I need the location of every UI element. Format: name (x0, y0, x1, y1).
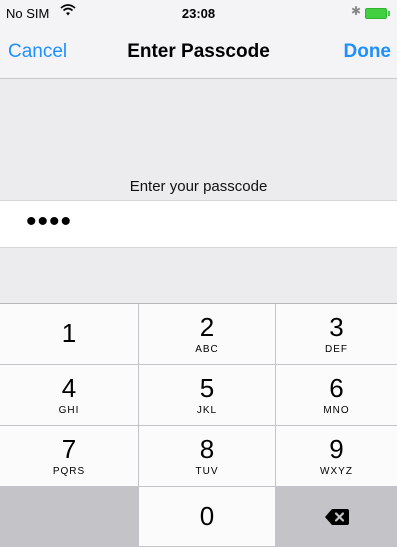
key-blank (0, 487, 139, 547)
key-5[interactable]: 5 JKL (139, 365, 276, 426)
key-digit: 1 (61, 318, 77, 348)
passcode-field[interactable]: •••• (0, 200, 397, 248)
key-0[interactable]: 0 (139, 487, 276, 547)
key-3[interactable]: 3 DEF (276, 304, 397, 365)
key-digit: 9 (329, 434, 344, 464)
backspace-icon (324, 509, 349, 530)
key-letters: JKL (196, 405, 218, 416)
key-letters: DEF (325, 344, 348, 355)
key-letters: ABC (195, 344, 219, 355)
key-letters: MNO (323, 405, 350, 416)
done-button[interactable]: Done (344, 41, 392, 63)
key-letters: PQRS (52, 466, 86, 477)
key-6[interactable]: 6 MNO (276, 365, 397, 426)
key-letters: WXYZ (320, 466, 353, 477)
key-digit: 4 (61, 373, 77, 403)
key-2[interactable]: 2 ABC (139, 304, 276, 365)
navigation-bar: Cancel Enter Passcode Done (0, 26, 397, 79)
key-digit: 0 (199, 501, 215, 531)
status-bar: No SIM 23:08 ✱ (0, 0, 397, 26)
key-digit: 5 (199, 373, 215, 403)
key-digit: 3 (329, 312, 344, 342)
key-8[interactable]: 8 TUV (139, 426, 276, 487)
key-digit: 8 (199, 434, 215, 464)
bluetooth-icon: ✱ (350, 4, 361, 18)
key-letters: GHI (58, 405, 80, 416)
key-digit: 6 (329, 373, 344, 403)
clock: 23:08 (181, 6, 216, 21)
key-digit: 7 (61, 434, 77, 464)
battery-icon (365, 8, 390, 19)
passcode-dots: •••• (26, 205, 73, 238)
delete-key[interactable] (276, 487, 397, 547)
key-1[interactable]: 1 (0, 304, 139, 365)
key-digit: 2 (199, 312, 215, 342)
passcode-prompt: Enter your passcode (129, 178, 268, 195)
key-4[interactable]: 4 GHI (0, 365, 139, 426)
key-7[interactable]: 7 PQRS (0, 426, 139, 487)
key-letters: TUV (195, 466, 219, 477)
numeric-keypad: 1 2 ABC 3 DEF 4 GHI 5 JKL 6 MNO 7 PQRS 8… (0, 303, 397, 547)
key-9[interactable]: 9 WXYZ (276, 426, 397, 487)
page-title: Enter Passcode (127, 41, 270, 62)
